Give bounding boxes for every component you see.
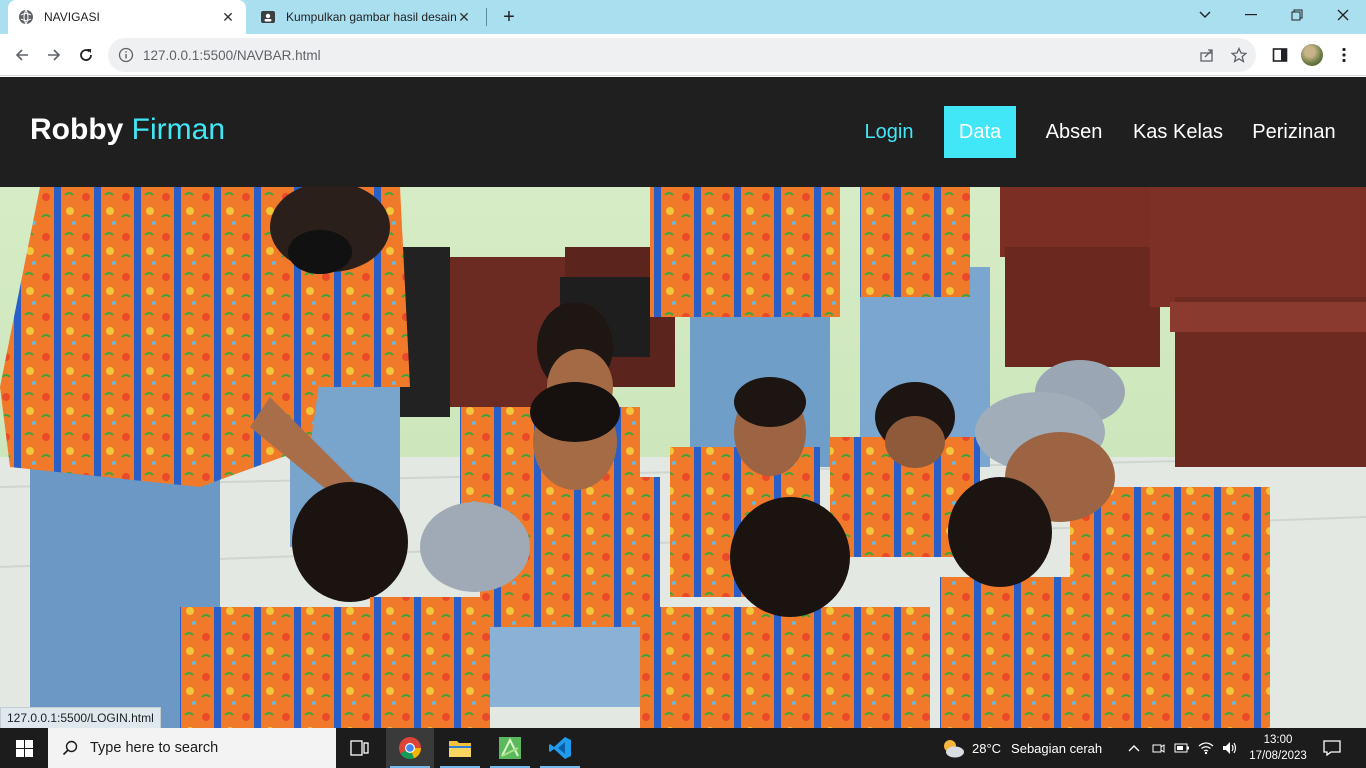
globe-icon xyxy=(18,9,34,25)
windows-start-icon[interactable] xyxy=(0,728,48,768)
search-icon xyxy=(62,740,78,756)
weather-temp: 28°C xyxy=(972,740,1002,756)
profile-avatar[interactable] xyxy=(1300,43,1324,67)
site-navbar: Robby Firman Login Data Absen Kas Kelas … xyxy=(0,77,1366,187)
chevron-up-icon[interactable] xyxy=(1124,738,1144,758)
file-explorer-icon[interactable] xyxy=(436,728,484,768)
site-brand[interactable]: Robby Firman xyxy=(30,113,225,147)
brand-second: Firman xyxy=(131,113,226,146)
classroom-photo xyxy=(0,187,1366,728)
close-tab-icon[interactable]: ✕ xyxy=(456,9,472,25)
nav-login[interactable]: Login xyxy=(856,106,922,158)
app-green-icon[interactable] xyxy=(486,728,534,768)
address-bar[interactable]: 127.0.0.1:5500/NAVBAR.html xyxy=(108,38,1256,72)
vscode-icon[interactable] xyxy=(536,728,584,768)
new-tab-button[interactable]: + xyxy=(498,6,520,28)
tab-kumpulkan[interactable]: Kumpulkan gambar hasil desain w ✕ xyxy=(250,0,482,34)
browser-toolbar: 127.0.0.1:5500/NAVBAR.html xyxy=(0,34,1366,76)
clock-time: 13:00 xyxy=(1263,734,1293,746)
bookmark-star-icon[interactable] xyxy=(1230,46,1248,64)
site-info-icon[interactable] xyxy=(118,47,134,63)
meet-now-icon[interactable] xyxy=(1148,738,1168,758)
close-tab-icon[interactable]: ✕ xyxy=(220,9,236,25)
tab-title: Kumpulkan gambar hasil desain w xyxy=(286,10,456,24)
url-host: 127.0.0.1 xyxy=(143,48,200,63)
reload-icon[interactable] xyxy=(74,43,98,67)
notification-icon[interactable] xyxy=(1320,736,1344,760)
link-status-bar: 127.0.0.1:5500/LOGIN.html xyxy=(0,707,161,728)
share-icon[interactable] xyxy=(1198,46,1216,64)
brand-first: Robby xyxy=(30,113,124,146)
partly-cloudy-icon xyxy=(944,740,964,758)
nav-perizinan[interactable]: Perizinan xyxy=(1246,106,1342,158)
wifi-icon[interactable] xyxy=(1196,738,1216,758)
tab-search-chevron-icon[interactable] xyxy=(1182,0,1228,30)
side-panel-icon[interactable] xyxy=(1268,43,1292,67)
close-window-button[interactable] xyxy=(1320,0,1366,30)
nav-kas-kelas[interactable]: Kas Kelas xyxy=(1126,106,1230,158)
nav-absen[interactable]: Absen xyxy=(1038,106,1110,158)
forward-arrow-icon[interactable] xyxy=(42,43,66,67)
chrome-taskbar-icon[interactable] xyxy=(386,728,434,768)
minimize-button[interactable] xyxy=(1228,0,1274,30)
battery-icon[interactable] xyxy=(1172,738,1192,758)
tab-navigasi[interactable]: NAVIGASI ✕ xyxy=(8,0,246,34)
volume-icon[interactable] xyxy=(1220,738,1240,758)
hero-photo xyxy=(0,187,1366,728)
url-text: 127.0.0.1:5500/NAVBAR.html xyxy=(143,48,321,63)
classroom-icon xyxy=(260,9,276,25)
taskbar-search[interactable]: Type here to search xyxy=(48,728,336,768)
os-taskbar: Type here to search 28°C Sebagian cerah … xyxy=(0,728,1366,768)
nav-data[interactable]: Data xyxy=(944,106,1016,158)
weather-desc: Sebagian cerah xyxy=(1011,740,1103,756)
clock-date: 17/08/2023 xyxy=(1249,750,1307,762)
restore-button[interactable] xyxy=(1274,0,1320,30)
browser-tabstrip: NAVIGASI ✕ Kumpulkan gambar hasil desain… xyxy=(0,0,1366,34)
url-path: :5500/NAVBAR.html xyxy=(199,48,321,63)
tab-separator xyxy=(486,8,487,26)
more-menu-icon[interactable] xyxy=(1332,43,1356,67)
weather-widget[interactable]: 28°C Sebagian cerah xyxy=(940,728,1102,768)
search-placeholder: Type here to search xyxy=(90,740,219,756)
tab-title: NAVIGASI xyxy=(44,10,100,24)
back-arrow-icon[interactable] xyxy=(10,43,34,67)
system-clock[interactable]: 13:00 17/08/2023 xyxy=(1238,732,1318,764)
task-view-icon[interactable] xyxy=(336,728,384,768)
